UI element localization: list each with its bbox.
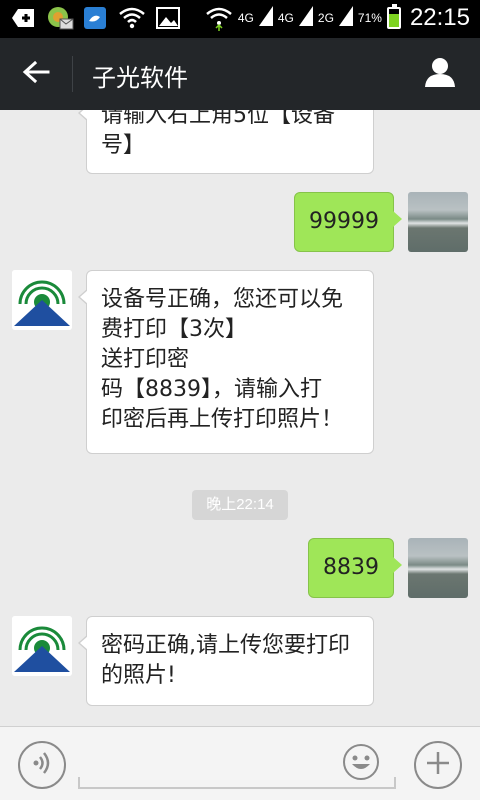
status-bar: 4G 4G 2G 71% 22:15 bbox=[0, 0, 480, 38]
message-text: 99999 bbox=[309, 209, 379, 234]
outgoing-message[interactable]: 8839 bbox=[308, 538, 402, 598]
app-notification-icon bbox=[46, 5, 74, 31]
chat-area[interactable]: 请输入右上角5位【设备 号】 99999 设备号正确，您还可以免 费打印【3次】… bbox=[0, 110, 480, 726]
arrow-left-icon bbox=[22, 60, 50, 88]
my-avatar[interactable] bbox=[408, 538, 468, 598]
clock: 22:15 bbox=[409, 4, 470, 31]
message-line: 印密后再上传打印照片！ bbox=[101, 407, 344, 432]
message-line: 送打印密 bbox=[101, 347, 190, 372]
person-icon bbox=[424, 56, 456, 92]
bot-avatar[interactable] bbox=[12, 270, 72, 330]
input-edge bbox=[78, 777, 80, 789]
company-logo-icon bbox=[12, 616, 72, 676]
message-line: 的照片! bbox=[101, 663, 176, 688]
message-timestamp: 晚上22:14 bbox=[192, 490, 288, 520]
add-notification-icon bbox=[10, 5, 38, 31]
wifi-icon bbox=[118, 5, 146, 31]
battery-percent: 71% bbox=[357, 11, 382, 25]
incoming-message[interactable]: 请输入右上角5位【设备 号】 bbox=[78, 110, 374, 174]
back-button[interactable] bbox=[14, 54, 58, 94]
title-bar: 子光软件 bbox=[0, 38, 480, 110]
company-logo-icon bbox=[12, 270, 72, 330]
bot-avatar[interactable] bbox=[12, 616, 72, 676]
page-title: 子光软件 bbox=[92, 64, 188, 92]
voice-input-button[interactable] bbox=[18, 741, 66, 789]
voice-icon bbox=[29, 750, 55, 780]
message-line: 号】 bbox=[101, 133, 146, 158]
network-4g-label-2: 4G bbox=[277, 11, 294, 25]
battery-icon bbox=[386, 4, 401, 29]
image-icon bbox=[154, 5, 182, 31]
message-line: 密码正确,请上传您要打印 bbox=[101, 633, 350, 658]
message-text: 8839 bbox=[323, 555, 379, 580]
network-2g-label: 2G bbox=[317, 11, 334, 25]
my-avatar[interactable] bbox=[408, 192, 468, 252]
incoming-message[interactable]: 设备号正确，您还可以免 费打印【3次】 送打印密 码【8839】，请输入打 印密… bbox=[78, 270, 374, 454]
message-line: 码【8839】，请输入打 bbox=[101, 377, 322, 402]
chat-info-button[interactable] bbox=[420, 54, 460, 94]
plus-icon bbox=[425, 750, 451, 780]
incoming-message[interactable]: 密码正确,请上传您要打印 的照片! bbox=[78, 616, 374, 706]
input-edge bbox=[394, 777, 396, 789]
message-input-bar bbox=[0, 726, 480, 800]
message-line: 设备号正确，您还可以免 bbox=[101, 287, 344, 312]
chat-app-icon bbox=[82, 5, 110, 31]
message-line: 请输入右上角5位【设备 bbox=[101, 110, 335, 128]
signal-strength-icon-3 bbox=[338, 6, 353, 30]
network-4g-label: 4G bbox=[237, 11, 254, 25]
more-options-button[interactable] bbox=[414, 741, 462, 789]
signal-strength-icon bbox=[258, 6, 273, 30]
title-divider bbox=[72, 56, 73, 92]
emoji-button[interactable] bbox=[340, 743, 382, 785]
emoji-icon bbox=[342, 743, 380, 785]
signal-strength-icon-2 bbox=[298, 6, 313, 30]
outgoing-message[interactable]: 99999 bbox=[294, 192, 402, 252]
message-line: 费打印【3次】 bbox=[101, 317, 247, 342]
wifi-signal-icon bbox=[205, 5, 233, 31]
